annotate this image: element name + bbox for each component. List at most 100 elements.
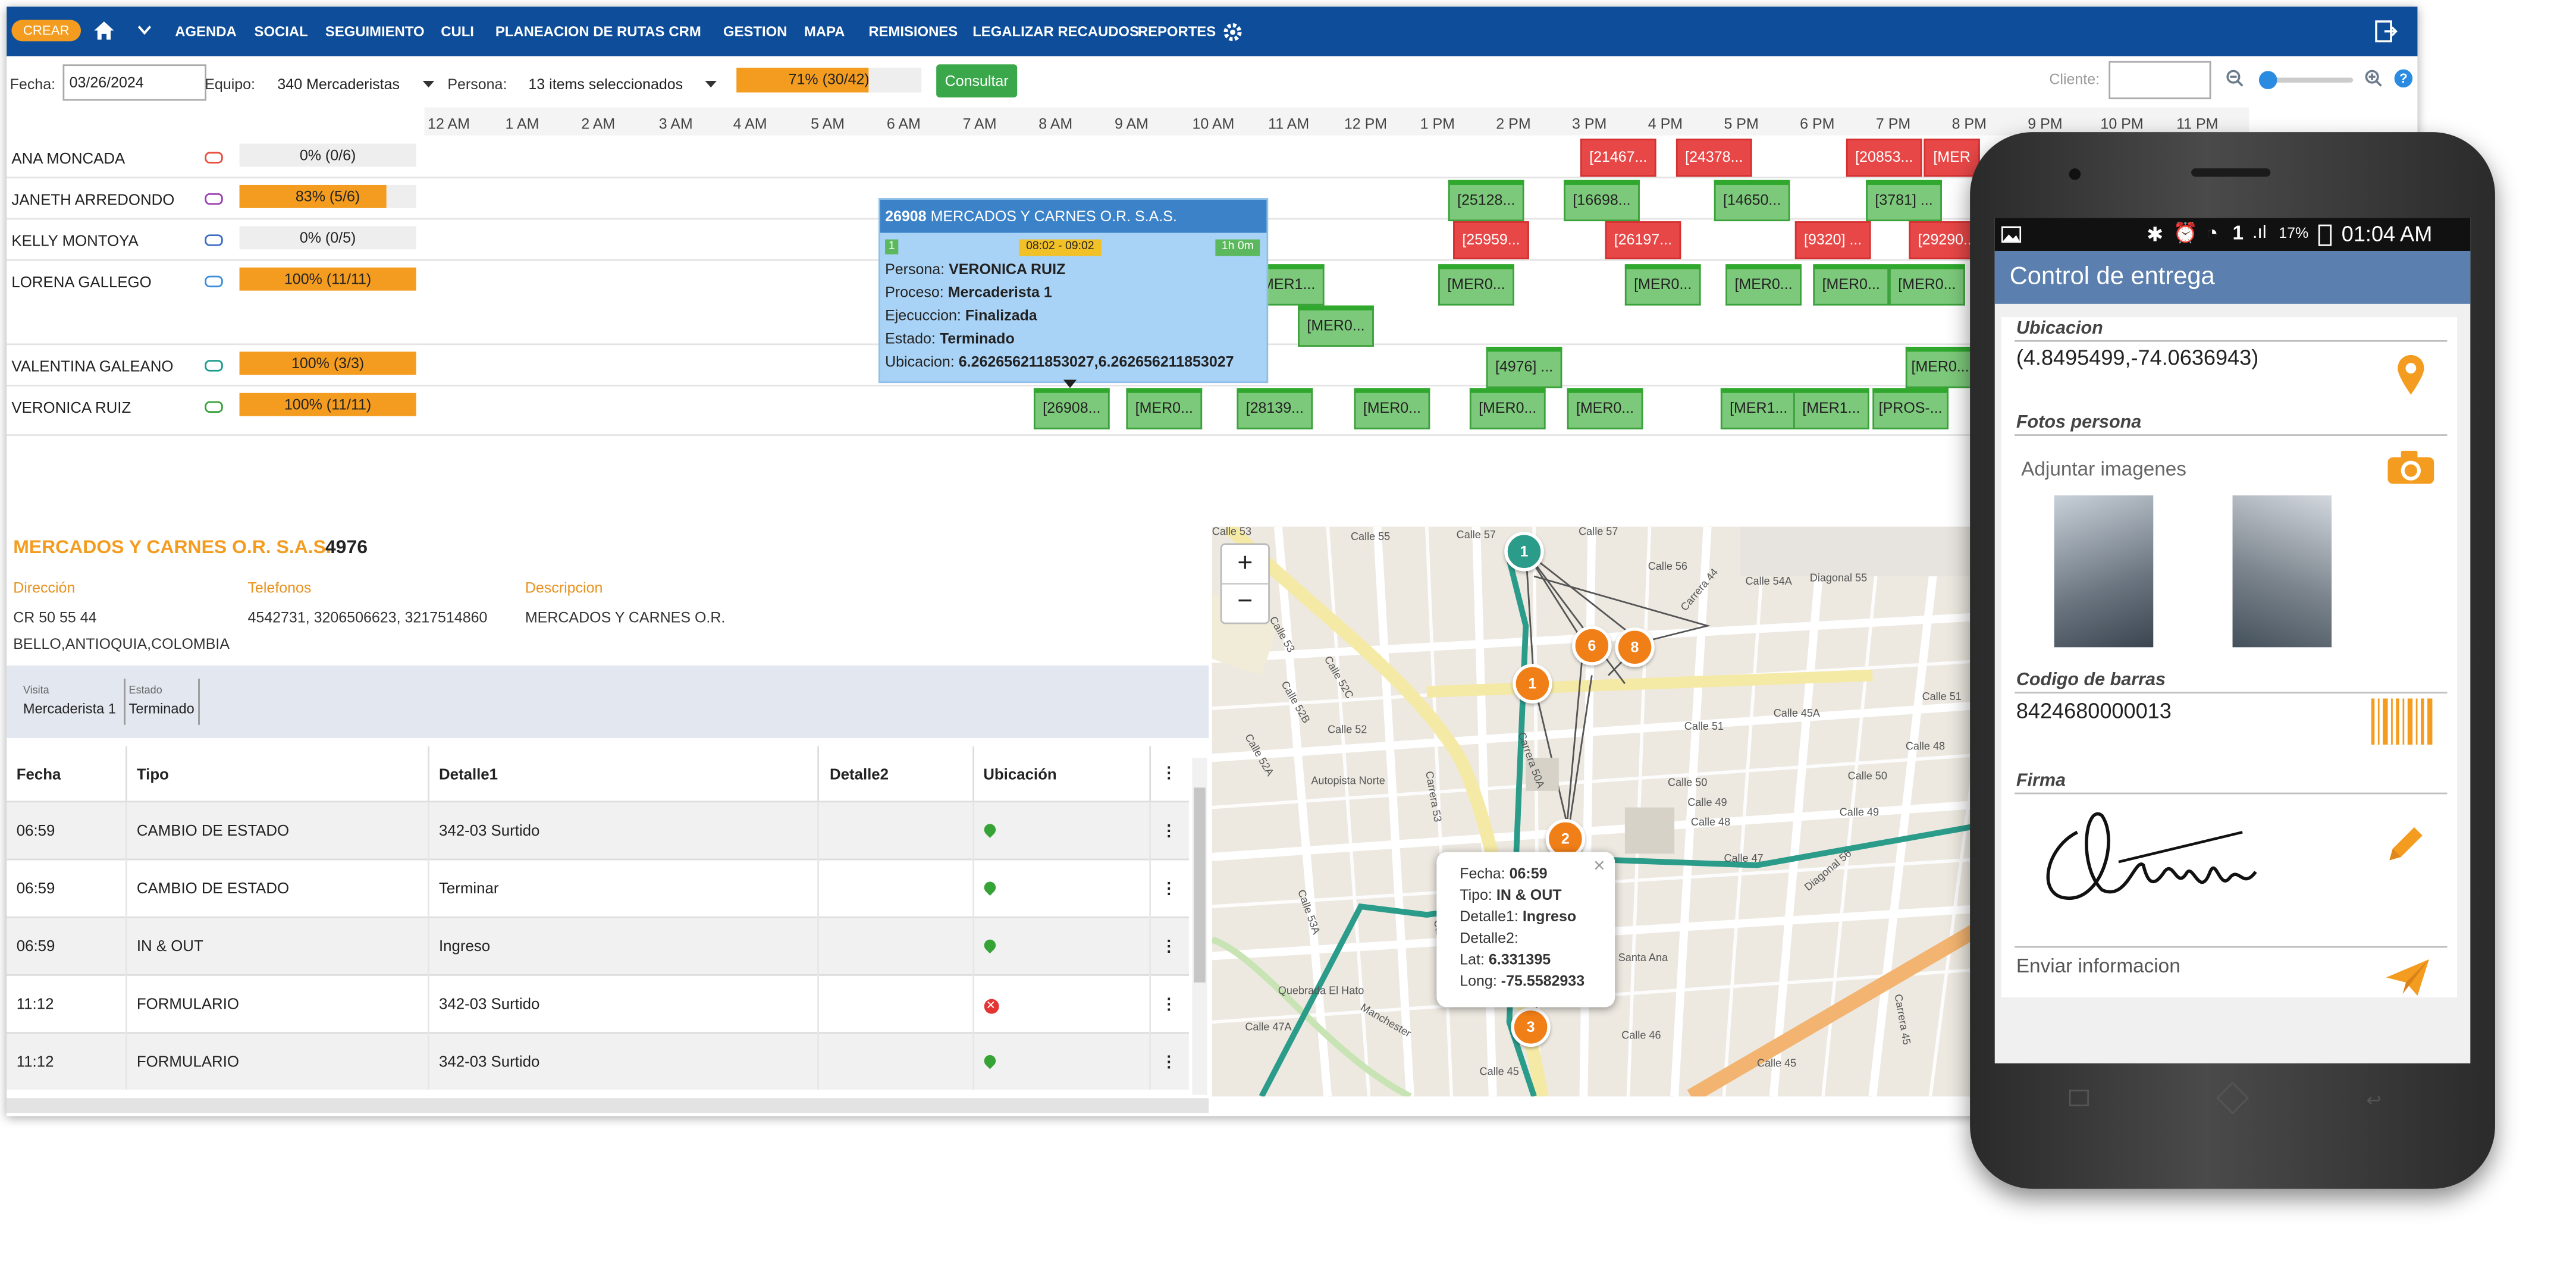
horizontal-scrollbar[interactable] [7,1098,1209,1113]
date-input[interactable]: 03/26/2024 [62,64,207,101]
person-name[interactable]: VERONICA RUIZ [11,400,131,416]
cliente-input[interactable] [2109,61,2211,99]
logout-icon[interactable] [2374,20,2398,43]
team-select[interactable]: 340 Mercaderistas [277,76,400,93]
col-detalle2[interactable]: Detalle2 [818,746,974,802]
visit-block[interactable]: [MER0... [1298,305,1374,347]
vertical-scrollbar[interactable] [1192,758,1207,1095]
visit-block[interactable]: [26908... [1033,388,1110,429]
help-icon[interactable]: ? [2394,69,2413,88]
visit-block[interactable]: [MER0... [1889,264,1965,306]
caret-down-icon[interactable] [422,81,435,89]
visit-block[interactable]: [4976] ... [1486,347,1562,388]
table-row[interactable]: 11:12 FORMULARIO 342-03 Surtido ⋮ [7,1032,1189,1090]
nav-item-agenda[interactable]: AGENDA [175,23,236,40]
person-name[interactable]: LORENA GALLEGO [11,274,151,291]
person-select[interactable]: 13 items seleccionados [528,76,683,93]
visit-block[interactable]: [MER0... [1624,264,1701,306]
pencil-icon[interactable] [2384,823,2427,865]
visit-block[interactable]: [MER0... [1567,388,1643,429]
map-marker[interactable]: 8 [1615,627,1655,667]
camera-icon[interactable] [2386,449,2436,485]
route-toggle-icon[interactable] [205,360,223,372]
visit-block[interactable]: [9320] ... [1794,221,1871,259]
location-pin-icon[interactable] [981,879,997,896]
home-icon[interactable] [92,20,115,41]
popup-close-icon[interactable]: × [1593,853,1605,877]
visit-block[interactable]: [3781] ... [1866,180,1942,222]
error-icon[interactable]: ✕ [983,998,999,1013]
cell-ubicacion[interactable]: ✕ [972,974,1151,1033]
nav-item-seguimiento[interactable]: SEGUIMIENTO [325,23,425,40]
photo-thumbnail[interactable] [2232,495,2332,648]
create-button[interactable]: CREAR [11,20,81,42]
visit-block[interactable]: [25128... [1448,180,1524,222]
visit-block[interactable]: [MER0... [1438,264,1514,306]
send-icon[interactable] [2384,958,2431,997]
visit-block[interactable]: [21467... [1580,139,1656,177]
visit-block[interactable]: [MER0... [1813,264,1890,306]
visit-block[interactable]: [16698... [1564,180,1640,222]
cell-ubicacion[interactable] [972,916,1151,975]
visit-block[interactable]: [MER0... [1725,264,1802,306]
nav-item-mapa[interactable]: MAPA [804,23,845,40]
caret-down-icon[interactable] [705,81,717,89]
route-toggle-icon[interactable] [205,275,223,288]
cell-ubicacion[interactable] [972,858,1151,918]
barcode-icon[interactable] [2371,698,2434,745]
route-toggle-icon[interactable] [205,152,223,164]
visit-block[interactable]: [26197... [1605,221,1681,259]
table-row[interactable]: 06:59 CAMBIO DE ESTADO 342-03 Surtido ⋮ [7,801,1189,860]
location-pin-icon[interactable] [2396,353,2426,396]
visit-block[interactable]: [MER0... [1354,388,1430,429]
zoom-in-icon[interactable] [2365,70,2383,88]
map-marker[interactable]: 1 [1504,531,1544,572]
route-toggle-icon[interactable] [205,401,223,413]
nav-item-culi[interactable]: CULI [441,23,474,40]
menu-key-icon[interactable] [2069,1090,2089,1107]
visit-block[interactable]: [14650... [1714,180,1790,222]
visit-block[interactable]: [MER1... [1720,388,1797,429]
cell-ubicacion[interactable] [972,1032,1151,1090]
nav-item-crm[interactable]: CRM [669,23,701,40]
row-menu-icon[interactable]: ⋮ [1149,1032,1189,1090]
zoom-slider-handle[interactable] [2258,71,2277,89]
gear-icon[interactable] [1222,21,1243,43]
nav-item-reportes[interactable]: REPORTES [1138,23,1216,40]
cell-ubicacion[interactable] [972,801,1151,860]
map-marker[interactable]: 1 [1513,664,1552,704]
visit-block[interactable]: [25959... [1453,221,1529,259]
visit-block[interactable]: [MER0... [1469,388,1546,429]
back-key-icon[interactable]: ↩ [2366,1090,2382,1111]
location-pin-icon[interactable] [981,821,997,838]
route-toggle-icon[interactable] [205,234,223,246]
route-toggle-icon[interactable] [205,193,223,205]
visit-block[interactable]: [MER [1924,139,1980,177]
table-row[interactable]: 11:12 FORMULARIO 342-03 Surtido ✕ ⋮ [7,974,1189,1033]
zoom-out-icon[interactable] [2226,70,2244,88]
row-menu-icon[interactable]: ⋮ [1149,916,1189,975]
nav-item-gestion[interactable]: GESTION [723,23,787,40]
chevron-down-icon[interactable] [137,25,152,36]
map-marker[interactable]: 3 [1511,1007,1551,1047]
row-menu-icon[interactable]: ⋮ [1149,801,1189,860]
col-ubicacion[interactable]: Ubicación [972,746,1151,802]
person-name[interactable]: VALENTINA GALEANO [11,358,173,375]
person-name[interactable]: KELLY MONTOYA [11,233,138,249]
map-zoom-out-button[interactable]: − [1222,585,1268,623]
nav-item-remisiones[interactable]: REMISIONES [868,23,958,40]
location-pin-icon[interactable] [981,1053,997,1069]
home-key-icon[interactable] [2216,1081,2249,1115]
visit-block[interactable]: [28139... [1237,388,1313,429]
nav-item-planeacion[interactable]: PLANEACION DE RUTAS [495,23,665,40]
table-row[interactable]: 06:59 IN & OUT Ingreso ⋮ [7,916,1189,975]
adjuntar-imagenes-button[interactable]: Adjuntar imagenes [2021,457,2186,481]
col-tipo[interactable]: Tipo [125,746,429,802]
photo-thumbnail[interactable] [2054,495,2154,648]
col-fecha[interactable]: Fecha [7,746,127,802]
nav-item-legalizar[interactable]: LEGALIZAR RECAUDOS [972,23,1139,40]
visit-block[interactable]: [20853... [1846,139,1922,177]
visit-block[interactable]: [MER0... [1126,388,1203,429]
map-marker[interactable]: 6 [1572,626,1612,666]
visit-block[interactable]: [MER0... [1905,347,1975,388]
